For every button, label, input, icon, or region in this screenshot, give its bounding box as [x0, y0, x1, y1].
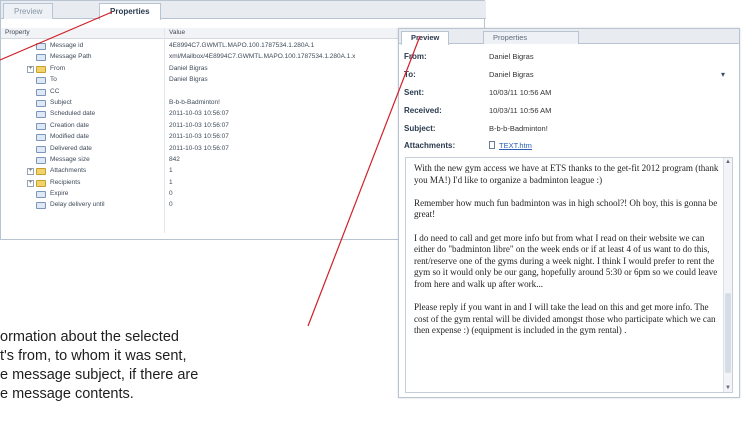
body-scrollbar[interactable]: ▲ ▼ — [723, 158, 732, 392]
property-icon — [36, 99, 46, 107]
property-name: Message Path — [50, 53, 92, 61]
property-name: Message size — [50, 155, 90, 163]
attachment-item[interactable]: TEXT.htm — [489, 141, 532, 150]
property-icon — [36, 145, 46, 153]
to-label: To: — [404, 70, 416, 79]
property-name: Delay delivery until — [50, 201, 105, 209]
message-body[interactable]: With the new gym access we have at ETS t… — [405, 157, 733, 393]
to-value: Daniel Bigras — [489, 70, 534, 79]
property-icon — [36, 134, 46, 142]
property-name: Modified date — [50, 133, 90, 141]
property-name: Recipients — [50, 178, 81, 186]
callout-text: ormation about the selected t's from, to… — [0, 328, 380, 404]
property-value: 2011-10-03 10:56:07 — [169, 110, 229, 118]
preview-panel: Preview Properties From: Daniel Bigras T… — [398, 28, 740, 398]
tab-properties[interactable]: Properties — [99, 3, 161, 20]
file-icon — [489, 141, 495, 149]
folder-icon — [36, 179, 46, 187]
property-icon — [36, 88, 46, 96]
property-name: Delivered date — [50, 144, 92, 152]
tab-properties[interactable]: Properties — [483, 31, 579, 44]
from-value: Daniel Bigras — [489, 52, 534, 61]
property-icon — [36, 43, 46, 50]
subject-value: B-b-b-Badminton! — [489, 124, 548, 133]
property-value: 0 — [169, 201, 173, 209]
sent-label: Sent: — [404, 88, 424, 97]
property-value: Daniel Bigras — [169, 64, 208, 72]
tab-preview[interactable]: Preview — [401, 31, 450, 45]
expand-icon[interactable]: + — [27, 65, 34, 73]
folder-icon — [36, 168, 46, 176]
property-name: Creation date — [50, 121, 90, 129]
scrollbar-thumb[interactable] — [725, 293, 731, 373]
scroll-down-icon[interactable]: ▼ — [724, 385, 732, 391]
sent-value: 10/03/11 10:56 AM — [489, 88, 552, 97]
from-label: From: — [404, 52, 427, 61]
property-icon — [36, 191, 46, 199]
property-value: 1 — [169, 178, 173, 186]
expand-icon[interactable]: + — [27, 168, 34, 176]
property-value: Daniel Bigras — [169, 76, 208, 84]
column-header-value[interactable]: Value — [169, 29, 185, 36]
property-value: 842 — [169, 155, 180, 163]
received-value: 10/03/11 10:56 AM — [489, 106, 552, 115]
property-value: 2011-10-03 10:56:07 — [169, 144, 229, 152]
property-value: 0 — [169, 190, 173, 198]
subject-label: Subject: — [404, 124, 436, 133]
body-paragraph: Remember how much fun badminton was in h… — [414, 197, 718, 220]
property-name: Expire — [50, 190, 69, 198]
received-label: Received: — [404, 106, 442, 115]
expand-icon[interactable]: + — [27, 179, 34, 187]
callout-line: e message contents. — [0, 386, 134, 402]
property-value: B-b-b-Badminton! — [169, 98, 220, 106]
scroll-up-icon[interactable]: ▲ — [724, 159, 732, 165]
property-name: CC — [50, 87, 60, 95]
property-icon — [36, 122, 46, 130]
body-paragraph: With the new gym access we have at ETS t… — [414, 163, 719, 185]
property-name: Message id — [50, 42, 84, 49]
property-name: Scheduled date — [50, 110, 96, 118]
property-icon — [36, 156, 46, 164]
property-icon — [36, 202, 46, 210]
tab-preview[interactable]: Preview — [3, 3, 54, 19]
callout-line: e message subject, if there are — [0, 367, 199, 383]
folder-icon — [36, 65, 46, 73]
callout-line: ormation about the selected — [0, 329, 179, 345]
message-body-text: With the new gym access we have at ETS t… — [414, 163, 722, 349]
body-paragraph: Please reply if you want in and I will t… — [414, 302, 716, 336]
property-icon — [36, 77, 46, 85]
property-name: From — [50, 64, 66, 72]
recipients-expand-icon[interactable]: ▾ — [721, 70, 725, 79]
body-paragraph: I do need to call and get more info but … — [414, 232, 718, 289]
property-value: 2011-10-03 10:56:07 — [169, 133, 229, 141]
property-value: 2011-10-03 10:56:07 — [169, 121, 229, 129]
properties-tab-bar: Preview Properties — [1, 1, 486, 20]
property-value: xml/Mailbox/4E8994C7.GWMTL.MAPO.100.1787… — [169, 53, 356, 61]
preview-tab-bar: Preview Properties — [399, 29, 739, 45]
property-icon — [36, 54, 46, 62]
property-name: Attachments — [50, 167, 87, 175]
property-icon — [36, 111, 46, 119]
attachment-link[interactable]: TEXT.htm — [499, 141, 532, 150]
attachments-label: Attachments: — [404, 141, 456, 150]
property-value: 4E8994C7.GWMTL.MAPO.100.1787534.1.280A.1 — [169, 42, 315, 49]
property-name: Subject — [50, 98, 72, 106]
column-header-property[interactable]: Property — [5, 29, 30, 36]
callout-line: t's from, to whom it was sent, — [0, 348, 187, 364]
property-value: 1 — [169, 167, 173, 175]
property-name: To — [50, 76, 57, 84]
